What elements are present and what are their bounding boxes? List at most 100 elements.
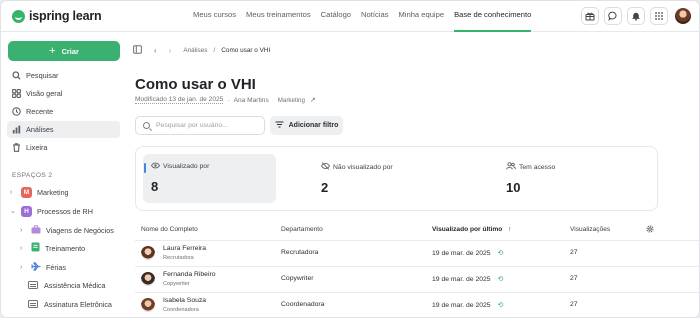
sidebar-toggle-icon[interactable] xyxy=(133,45,142,56)
meta-separator: · xyxy=(227,96,230,104)
subitem-viagens[interactable]: › Viagens de Negócios xyxy=(20,222,114,238)
space-name[interactable]: Marketing xyxy=(278,97,305,104)
back-icon[interactable]: ‹ xyxy=(154,46,157,55)
eye-off-icon xyxy=(320,162,331,172)
app-window: ispring learn Meus cursos Meus treinamen… xyxy=(0,0,700,318)
page-meta: Modificado 13 de jan. de 2025 · Ana Mart… xyxy=(135,96,316,104)
gear-icon[interactable] xyxy=(645,224,655,236)
sidebar-item-recente[interactable]: Recente xyxy=(7,103,120,120)
nav-meus-cursos[interactable]: Meus cursos xyxy=(193,1,236,32)
search-icon xyxy=(143,122,150,129)
document-icon xyxy=(28,281,38,289)
search-field[interactable] xyxy=(135,116,265,135)
table-row[interactable]: Fernanda Ribeiro Copywriter Copywriter 1… xyxy=(135,266,699,292)
add-filter-button[interactable]: Adicionar filtro xyxy=(270,116,343,135)
subitem-label: Assistência Médica xyxy=(44,280,106,290)
chevron-down-icon[interactable]: ⌄ xyxy=(10,207,18,215)
eye-icon xyxy=(150,162,161,171)
column-header-department[interactable]: Departamento xyxy=(281,226,323,233)
chevron-right-icon[interactable]: › xyxy=(10,189,18,196)
stat-viewed[interactable]: Visualizado por 8 xyxy=(143,154,276,203)
space-label: Marketing xyxy=(37,187,69,197)
sidebar-item-label: Recente xyxy=(26,107,54,116)
views-cell: 27 xyxy=(570,275,578,282)
chevron-right-icon[interactable]: › xyxy=(20,264,28,271)
nav-minha-equipe[interactable]: Minha equipe xyxy=(398,1,444,32)
apps-grid-icon[interactable] xyxy=(650,7,668,25)
breadcrumb-separator: / xyxy=(213,47,216,54)
chevron-right-icon[interactable]: › xyxy=(20,245,28,252)
subitem-treinamento[interactable]: › Treinamento xyxy=(20,240,85,256)
history-icon[interactable]: ⟲ xyxy=(497,302,503,309)
space-marketing[interactable]: › M Marketing xyxy=(10,184,69,200)
trash-icon xyxy=(12,143,21,152)
column-header-label: Visualizado por último xyxy=(432,226,503,233)
gift-icon[interactable] xyxy=(581,7,599,25)
column-header-views[interactable]: Visualizações xyxy=(570,226,610,233)
sidebar: + Criar Pesquisar Visão geral Recente An… xyxy=(1,32,127,317)
page-title: Como usar o VHI xyxy=(135,76,256,93)
avatar xyxy=(141,298,155,312)
stat-value: 2 xyxy=(321,180,329,195)
stat-has-access[interactable]: Tem acesso 10 xyxy=(498,154,631,203)
forward-icon[interactable]: › xyxy=(169,46,172,55)
sidebar-item-pesquisar[interactable]: Pesquisar xyxy=(7,67,120,84)
column-header-last-viewed[interactable]: Visualizado por último ↑ xyxy=(432,226,511,233)
department-cell: Recrutadora xyxy=(281,249,319,256)
last-viewed-cell: 19 de mar. de 2025 ⟲ xyxy=(432,301,503,309)
user-name[interactable]: Fernanda Ribeiro xyxy=(163,271,216,278)
history-icon[interactable]: ⟲ xyxy=(497,250,503,257)
logo-icon xyxy=(12,9,25,23)
space-processos-de-rh[interactable]: ⌄ H Processos de RH xyxy=(10,203,93,219)
user-role: Copywriter xyxy=(163,281,190,287)
stat-label: Tem acesso xyxy=(519,163,556,171)
user-role: Coordenadora xyxy=(163,307,199,313)
user-name[interactable]: Isabela Souza xyxy=(163,297,206,304)
clock-icon xyxy=(12,107,21,116)
sidebar-item-analises[interactable]: Análises xyxy=(7,121,120,138)
book-icon xyxy=(31,242,40,254)
stat-label: Não visualizado por xyxy=(333,163,393,171)
nav-meus-treinamentos[interactable]: Meus treinamentos xyxy=(246,1,311,32)
top-bar: ispring learn Meus cursos Meus treinamen… xyxy=(1,1,699,32)
briefcase-icon xyxy=(31,224,41,236)
history-icon[interactable]: ⟲ xyxy=(497,276,503,283)
chevron-right-icon[interactable]: › xyxy=(20,227,28,234)
stat-not-viewed[interactable]: Não visualizado por 2 xyxy=(313,154,446,203)
column-header-name[interactable]: Nome do Completo xyxy=(141,226,198,233)
subitem-ferias[interactable]: › Férias xyxy=(20,259,66,275)
bell-icon[interactable] xyxy=(627,7,645,25)
department-cell: Copywriter xyxy=(281,275,314,282)
table-row[interactable]: Isabela Souza Coordenadora Coordenadora … xyxy=(135,292,699,317)
chat-icon[interactable] xyxy=(604,7,622,25)
external-link-icon[interactable]: ↗ xyxy=(310,96,316,104)
last-viewed-cell: 19 de mar. de 2025 ⟲ xyxy=(432,249,503,257)
table-row[interactable]: Laura Ferreira Recrutadora Recrutadora 1… xyxy=(135,240,699,266)
logo-text: ispring learn xyxy=(29,9,102,23)
breadcrumb: ‹ › Análises / Como usar o VHI xyxy=(133,45,270,56)
subitem-label: Férias xyxy=(46,262,66,272)
breadcrumb-parent[interactable]: Análises xyxy=(183,47,207,54)
user-avatar[interactable] xyxy=(675,8,691,24)
document-icon xyxy=(28,300,38,308)
filter-icon xyxy=(275,121,284,130)
sidebar-item-lixeira[interactable]: Lixeira xyxy=(7,139,120,156)
user-role: Recrutadora xyxy=(163,255,194,261)
subitem-assinatura-eletronica[interactable]: Assinatura Eletrônica xyxy=(28,296,112,312)
nav-catalogo[interactable]: Catálogo xyxy=(321,1,351,32)
space-badge: H xyxy=(21,205,32,217)
user-name[interactable]: Laura Ferreira xyxy=(163,245,206,252)
logo[interactable]: ispring learn xyxy=(12,9,102,23)
subitem-assistencia-medica[interactable]: Assistência Médica xyxy=(28,277,106,293)
nav-noticias[interactable]: Notícias xyxy=(361,1,388,32)
create-button[interactable]: + Criar xyxy=(8,41,120,61)
views-cell: 27 xyxy=(570,301,578,308)
sidebar-item-visao-geral[interactable]: Visão geral xyxy=(7,85,120,102)
stats-panel: Visualizado por 8 Não visualizado por 2 xyxy=(135,146,658,211)
nav-base-de-conhecimento[interactable]: Base de conhecimento xyxy=(454,1,532,32)
modified-date[interactable]: Modificado 13 de jan. de 2025 xyxy=(135,96,224,104)
space-badge: M xyxy=(21,186,32,198)
avatar xyxy=(141,272,155,286)
sort-ascending-icon[interactable]: ↑ xyxy=(508,226,511,233)
search-input[interactable] xyxy=(156,122,256,129)
